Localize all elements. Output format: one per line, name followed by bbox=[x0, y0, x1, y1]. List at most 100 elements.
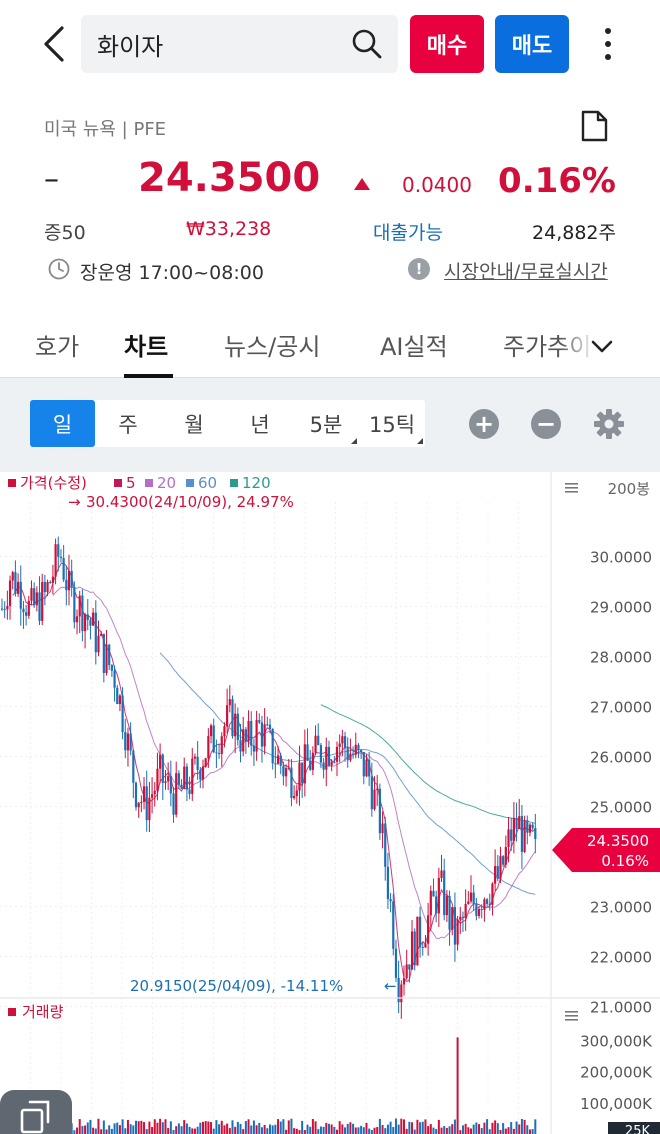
volume-bar bbox=[432, 1127, 435, 1134]
candle-body bbox=[301, 762, 304, 784]
volume-bar bbox=[116, 1122, 119, 1134]
candle-body bbox=[303, 744, 306, 784]
candle-body bbox=[405, 964, 408, 979]
watch-toggle[interactable]: – bbox=[44, 162, 59, 197]
volume-bar bbox=[185, 1123, 188, 1134]
period-day[interactable]: 일 bbox=[30, 400, 95, 447]
volume-bar bbox=[172, 1129, 175, 1134]
candle-body bbox=[57, 544, 60, 557]
candle-body bbox=[14, 572, 17, 594]
document-icon[interactable] bbox=[580, 110, 608, 142]
volume-bar bbox=[269, 1124, 271, 1134]
loan-available-link[interactable]: 대출가능 bbox=[373, 218, 443, 245]
tab-ai-earnings[interactable]: AI실적 bbox=[380, 327, 448, 362]
y-tick-label: 27.0000 bbox=[590, 699, 652, 717]
candle-body bbox=[67, 570, 71, 591]
market-info-link[interactable]: 시장안내/무료실시간 bbox=[444, 257, 608, 284]
period-month[interactable]: 월 bbox=[161, 400, 227, 447]
chart-canvas[interactable]: 가격(수정) 5 20 60 120 200봉 30.0000 29.0000 28… bbox=[0, 472, 660, 1134]
low-arrow: ← bbox=[384, 977, 397, 995]
candle-body bbox=[266, 724, 269, 726]
volume-bar bbox=[373, 1127, 376, 1134]
search-icon[interactable] bbox=[352, 29, 382, 59]
candle-body bbox=[260, 722, 264, 747]
candle-body bbox=[309, 760, 312, 770]
zoom-in-button[interactable]: + bbox=[469, 409, 499, 439]
candle-body bbox=[528, 824, 532, 833]
volume-bar bbox=[271, 1125, 274, 1134]
volume-bar bbox=[153, 1119, 156, 1134]
tab-orderbook[interactable]: 호가 bbox=[35, 327, 79, 362]
candle-body bbox=[386, 866, 390, 900]
candle-body bbox=[402, 978, 406, 985]
current-price-marker: 24.3500 0.16% bbox=[552, 828, 660, 872]
period-tick[interactable]: 15틱 bbox=[359, 400, 425, 447]
chevron-down-icon[interactable] bbox=[590, 334, 614, 358]
volume-menu-icon[interactable] bbox=[565, 1011, 578, 1021]
volume-bar bbox=[429, 1124, 432, 1134]
volume-bar bbox=[258, 1122, 261, 1134]
candle-body bbox=[413, 931, 416, 966]
period-minute[interactable]: 5분 bbox=[293, 400, 359, 447]
volume-bar bbox=[427, 1126, 430, 1134]
candle-body bbox=[223, 726, 226, 737]
volume-bar bbox=[408, 1121, 411, 1134]
candle-body bbox=[65, 579, 68, 591]
volume-bar bbox=[394, 1118, 397, 1134]
volume-bar bbox=[389, 1121, 392, 1134]
volume-bar bbox=[218, 1124, 221, 1134]
gear-icon[interactable] bbox=[593, 408, 625, 440]
candle-body bbox=[258, 720, 261, 723]
candle-body bbox=[360, 750, 363, 752]
candle-body bbox=[504, 846, 507, 865]
candle-body bbox=[378, 788, 381, 834]
volume-bar bbox=[459, 1130, 462, 1134]
candle-body bbox=[343, 736, 347, 749]
y-tick-label: 22.0000 bbox=[590, 949, 652, 967]
float-action-button[interactable] bbox=[0, 1090, 72, 1134]
volume-bar bbox=[370, 1129, 373, 1134]
volume-bar bbox=[196, 1126, 199, 1134]
volume-bar bbox=[102, 1120, 105, 1134]
chart-toolbar: 일 주 월 년 5분 15틱 + − bbox=[0, 378, 660, 472]
candle-body bbox=[217, 753, 221, 755]
candle-body bbox=[523, 820, 526, 852]
volume-bar bbox=[504, 1128, 507, 1134]
volume-bar bbox=[274, 1124, 277, 1134]
candle-body bbox=[83, 614, 87, 632]
volume-bar bbox=[86, 1122, 89, 1134]
volume-bar bbox=[126, 1119, 129, 1134]
candle-body bbox=[89, 619, 92, 626]
volume-bar bbox=[287, 1120, 290, 1134]
candle-body bbox=[156, 768, 159, 791]
price-chart[interactable]: 가격(수정) 5 20 60 120 200봉 30.0000 29.0000 28… bbox=[0, 472, 660, 1134]
candle-body bbox=[271, 729, 274, 764]
price-change: 0.0400 bbox=[402, 173, 472, 197]
candle-body bbox=[357, 744, 360, 751]
candle-body bbox=[22, 608, 25, 613]
candle-body bbox=[16, 581, 20, 594]
volume-bar bbox=[314, 1121, 317, 1134]
candle-body bbox=[263, 724, 266, 747]
tab-news[interactable]: 뉴스/공시 bbox=[224, 327, 320, 362]
search-input[interactable]: 화이자 bbox=[81, 15, 398, 73]
period-year[interactable]: 년 bbox=[227, 400, 293, 447]
sell-button[interactable]: 매도 bbox=[495, 15, 569, 73]
candle-body bbox=[124, 732, 127, 751]
tab-chart[interactable]: 차트 bbox=[124, 327, 168, 362]
volume-bar bbox=[515, 1121, 518, 1134]
volume-bar bbox=[124, 1128, 127, 1134]
info-icon: ! bbox=[408, 258, 430, 280]
more-menu-icon[interactable] bbox=[596, 24, 620, 64]
candle-body bbox=[19, 581, 22, 609]
back-icon[interactable] bbox=[34, 20, 74, 68]
volume-bar bbox=[368, 1128, 371, 1134]
volume-bar bbox=[341, 1124, 344, 1134]
zoom-out-button[interactable]: − bbox=[531, 409, 561, 439]
y-tick-label: 28.0000 bbox=[590, 649, 652, 667]
volume-bar bbox=[282, 1119, 285, 1134]
volume-bar bbox=[266, 1128, 269, 1134]
period-week[interactable]: 주 bbox=[95, 400, 161, 447]
buy-button[interactable]: 매수 bbox=[410, 15, 484, 73]
chart-menu-icon[interactable] bbox=[565, 483, 578, 493]
